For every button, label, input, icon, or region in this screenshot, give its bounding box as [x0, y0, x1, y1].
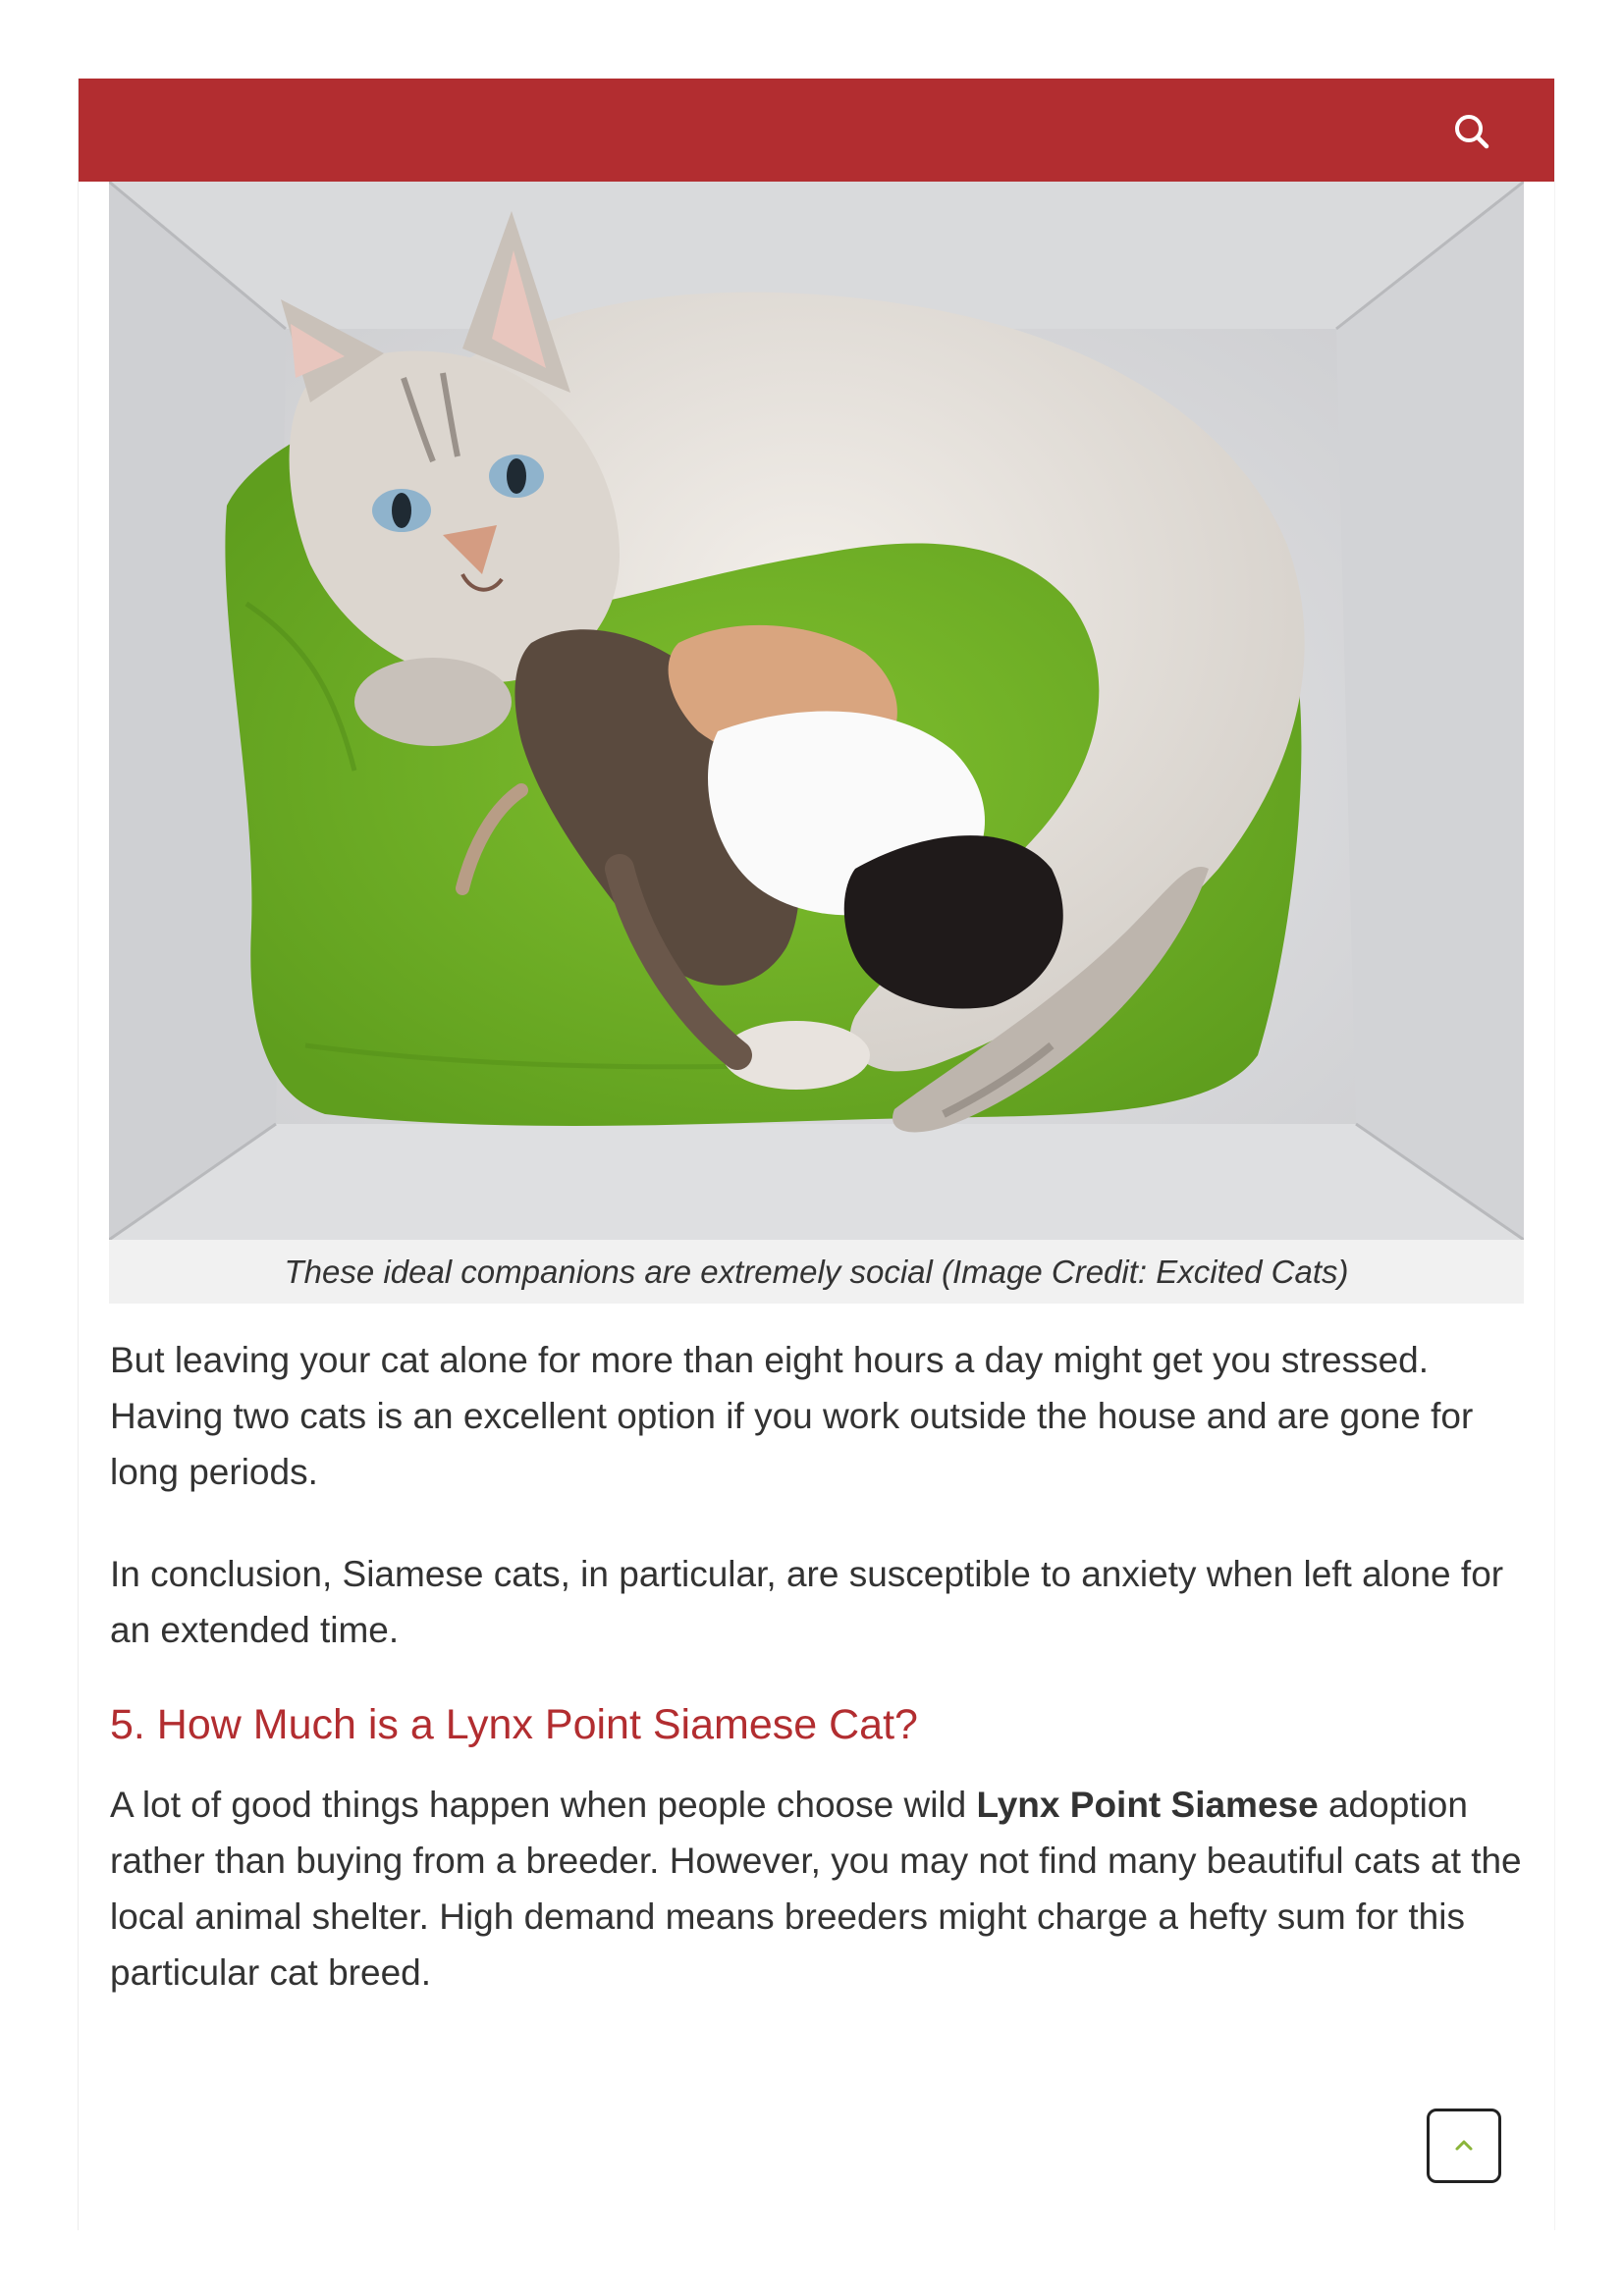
article-hero-image — [109, 182, 1524, 1240]
scroll-to-top-button[interactable] — [1427, 2109, 1501, 2183]
image-caption: These ideal companions are extremely soc… — [109, 1240, 1524, 1304]
site-header-bar — [79, 79, 1554, 182]
search-button[interactable] — [1448, 108, 1495, 155]
cat-with-kittens-illustration — [109, 182, 1524, 1240]
section-heading: 5. How Much is a Lynx Point Siamese Cat? — [110, 1701, 918, 1748]
breed-name-bold: Lynx Point Siamese — [976, 1785, 1319, 1825]
paragraph-text: A lot of good things happen when people … — [110, 1785, 977, 1825]
article-paragraph: In conclusion, Siamese cats, in particul… — [110, 1554, 1504, 1650]
article-paragraph: But leaving your cat alone for more than… — [110, 1340, 1474, 1492]
search-icon — [1455, 115, 1489, 149]
chevron-up-icon — [1455, 2140, 1473, 2151]
article-paragraph: A lot of good things happen when people … — [110, 1777, 1524, 2001]
